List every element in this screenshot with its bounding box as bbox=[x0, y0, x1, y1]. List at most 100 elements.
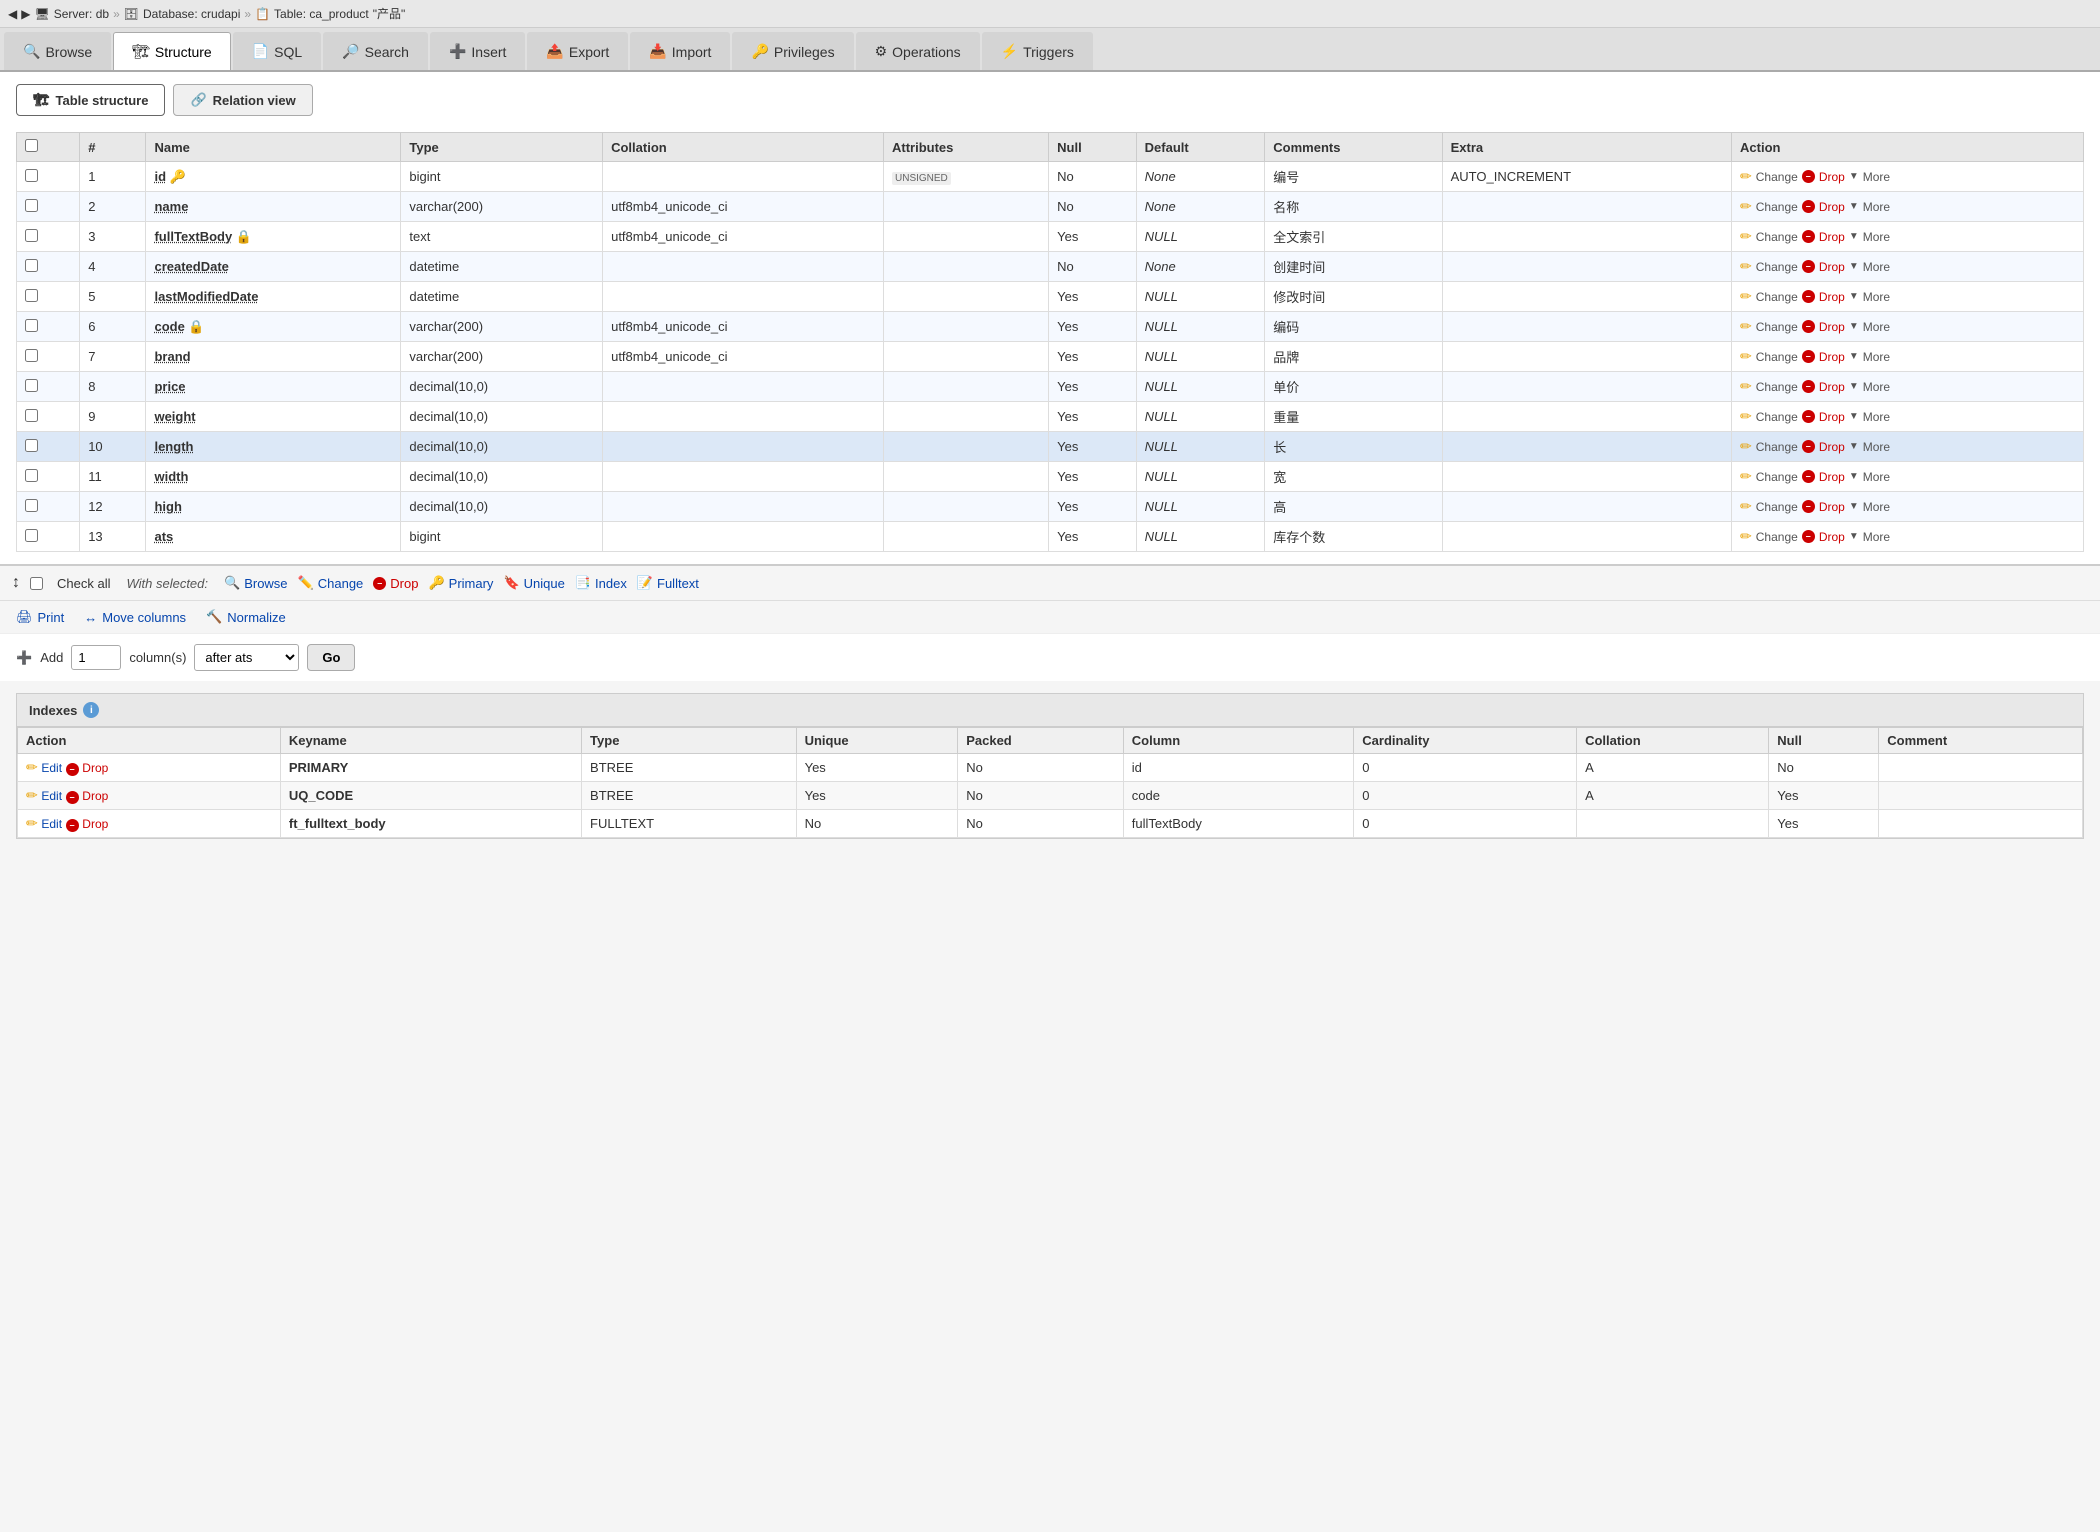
field-link-price[interactable]: price bbox=[154, 379, 185, 394]
row-checkbox-6[interactable] bbox=[25, 319, 38, 332]
more-link-2[interactable]: More bbox=[1863, 200, 1890, 214]
field-link-createdDate[interactable]: createdDate bbox=[154, 259, 228, 274]
change-link-4[interactable]: Change bbox=[1756, 260, 1798, 274]
field-link-brand[interactable]: brand bbox=[154, 349, 190, 364]
breadcrumb-server[interactable]: Server: db bbox=[54, 7, 109, 21]
tab-structure[interactable]: 🏗 Structure bbox=[113, 32, 231, 70]
add-columns-input[interactable] bbox=[71, 645, 121, 670]
move-columns-link[interactable]: ↔ Move columns bbox=[84, 610, 186, 625]
drop-link-2[interactable]: Drop bbox=[1819, 200, 1845, 214]
more-link-1[interactable]: More bbox=[1863, 170, 1890, 184]
row-checkbox-4[interactable] bbox=[25, 259, 38, 272]
drop-link-4[interactable]: Drop bbox=[1819, 260, 1845, 274]
tab-insert[interactable]: ➕ Insert bbox=[430, 32, 525, 70]
change-link-11[interactable]: Change bbox=[1756, 470, 1798, 484]
drop-link-11[interactable]: Drop bbox=[1819, 470, 1845, 484]
field-link-length[interactable]: length bbox=[154, 439, 193, 454]
field-link-weight[interactable]: weight bbox=[154, 409, 195, 424]
idx-edit-link-1[interactable]: Edit bbox=[41, 789, 62, 803]
drop-link-6[interactable]: Drop bbox=[1819, 320, 1845, 334]
drop-link-1[interactable]: Drop bbox=[1819, 170, 1845, 184]
row-checkbox-5[interactable] bbox=[25, 289, 38, 302]
tab-operations[interactable]: ⚙ Operations bbox=[856, 32, 980, 70]
drop-link-13[interactable]: Drop bbox=[1819, 530, 1845, 544]
drop-link-3[interactable]: Drop bbox=[1819, 230, 1845, 244]
change-link-7[interactable]: Change bbox=[1756, 350, 1798, 364]
indexes-info-icon[interactable]: i bbox=[83, 702, 99, 718]
change-link-1[interactable]: Change bbox=[1756, 170, 1798, 184]
more-link-13[interactable]: More bbox=[1863, 530, 1890, 544]
change-link-8[interactable]: Change bbox=[1756, 380, 1798, 394]
normalize-link[interactable]: 🔨 Normalize bbox=[206, 609, 286, 625]
toolbar-fulltext-btn[interactable]: 📝 Fulltext bbox=[637, 575, 699, 591]
field-link-ats[interactable]: ats bbox=[154, 529, 173, 544]
sub-tab-table-structure[interactable]: 🏗 Table structure bbox=[16, 84, 165, 116]
sub-tab-relation-view[interactable]: 🔗 Relation view bbox=[173, 84, 312, 116]
field-link-id[interactable]: id bbox=[154, 169, 166, 184]
breadcrumb-forward-icon[interactable]: ▶ bbox=[21, 7, 30, 21]
print-link[interactable]: 🖨 Print bbox=[16, 609, 64, 625]
drop-link-10[interactable]: Drop bbox=[1819, 440, 1845, 454]
more-link-3[interactable]: More bbox=[1863, 230, 1890, 244]
field-link-fullTextBody[interactable]: fullTextBody bbox=[154, 229, 232, 244]
row-checkbox-11[interactable] bbox=[25, 469, 38, 482]
position-select[interactable]: after ats at beginning at end bbox=[194, 644, 299, 671]
check-all-checkbox[interactable] bbox=[30, 577, 43, 590]
idx-drop-link-0[interactable]: Drop bbox=[82, 761, 108, 775]
row-checkbox-13[interactable] bbox=[25, 529, 38, 542]
drop-link-7[interactable]: Drop bbox=[1819, 350, 1845, 364]
go-button[interactable]: Go bbox=[307, 644, 355, 671]
toolbar-unique-btn[interactable]: 🔖 Unique bbox=[503, 575, 564, 591]
field-link-name[interactable]: name bbox=[154, 199, 188, 214]
row-checkbox-8[interactable] bbox=[25, 379, 38, 392]
field-link-high[interactable]: high bbox=[154, 499, 181, 514]
more-link-6[interactable]: More bbox=[1863, 320, 1890, 334]
more-link-12[interactable]: More bbox=[1863, 500, 1890, 514]
row-checkbox-2[interactable] bbox=[25, 199, 38, 212]
row-checkbox-3[interactable] bbox=[25, 229, 38, 242]
tab-browse[interactable]: 🔍 Browse bbox=[4, 32, 111, 70]
select-all-checkbox[interactable] bbox=[25, 139, 38, 152]
tab-privileges[interactable]: 🔑 Privileges bbox=[732, 32, 853, 70]
change-link-3[interactable]: Change bbox=[1756, 230, 1798, 244]
field-link-code[interactable]: code bbox=[154, 319, 184, 334]
drop-link-8[interactable]: Drop bbox=[1819, 380, 1845, 394]
change-link-10[interactable]: Change bbox=[1756, 440, 1798, 454]
idx-edit-link-2[interactable]: Edit bbox=[41, 817, 62, 831]
idx-edit-link-0[interactable]: Edit bbox=[41, 761, 62, 775]
row-checkbox-7[interactable] bbox=[25, 349, 38, 362]
more-link-10[interactable]: More bbox=[1863, 440, 1890, 454]
drop-link-5[interactable]: Drop bbox=[1819, 290, 1845, 304]
breadcrumb-back-icon[interactable]: ◀ bbox=[8, 7, 17, 21]
drop-link-9[interactable]: Drop bbox=[1819, 410, 1845, 424]
row-checkbox-9[interactable] bbox=[25, 409, 38, 422]
toolbar-index-btn[interactable]: 📑 Index bbox=[575, 575, 627, 591]
more-link-4[interactable]: More bbox=[1863, 260, 1890, 274]
change-link-6[interactable]: Change bbox=[1756, 320, 1798, 334]
toolbar-primary-btn[interactable]: 🔑 Primary bbox=[428, 575, 493, 591]
field-link-width[interactable]: width bbox=[154, 469, 188, 484]
tab-sql[interactable]: 📄 SQL bbox=[233, 32, 321, 70]
toolbar-browse-btn[interactable]: 🔍 Browse bbox=[224, 575, 288, 591]
change-link-9[interactable]: Change bbox=[1756, 410, 1798, 424]
idx-drop-link-1[interactable]: Drop bbox=[82, 789, 108, 803]
row-checkbox-12[interactable] bbox=[25, 499, 38, 512]
tab-search[interactable]: 🔎 Search bbox=[323, 32, 428, 70]
idx-drop-link-2[interactable]: Drop bbox=[82, 817, 108, 831]
tab-triggers[interactable]: ⚡ Triggers bbox=[982, 32, 1093, 70]
breadcrumb-table[interactable]: Table: ca_product bbox=[274, 7, 369, 21]
tab-import[interactable]: 📥 Import bbox=[630, 32, 730, 70]
more-link-7[interactable]: More bbox=[1863, 350, 1890, 364]
row-checkbox-10[interactable] bbox=[25, 439, 38, 452]
more-link-8[interactable]: More bbox=[1863, 380, 1890, 394]
drop-link-12[interactable]: Drop bbox=[1819, 500, 1845, 514]
change-link-13[interactable]: Change bbox=[1756, 530, 1798, 544]
more-link-11[interactable]: More bbox=[1863, 470, 1890, 484]
breadcrumb-database[interactable]: Database: crudapi bbox=[143, 7, 240, 21]
more-link-9[interactable]: More bbox=[1863, 410, 1890, 424]
tab-export[interactable]: 📤 Export bbox=[527, 32, 628, 70]
change-link-2[interactable]: Change bbox=[1756, 200, 1798, 214]
toolbar-drop-btn[interactable]: – Drop bbox=[373, 576, 418, 591]
toolbar-change-btn[interactable]: ✏️ Change bbox=[298, 575, 364, 591]
change-link-12[interactable]: Change bbox=[1756, 500, 1798, 514]
